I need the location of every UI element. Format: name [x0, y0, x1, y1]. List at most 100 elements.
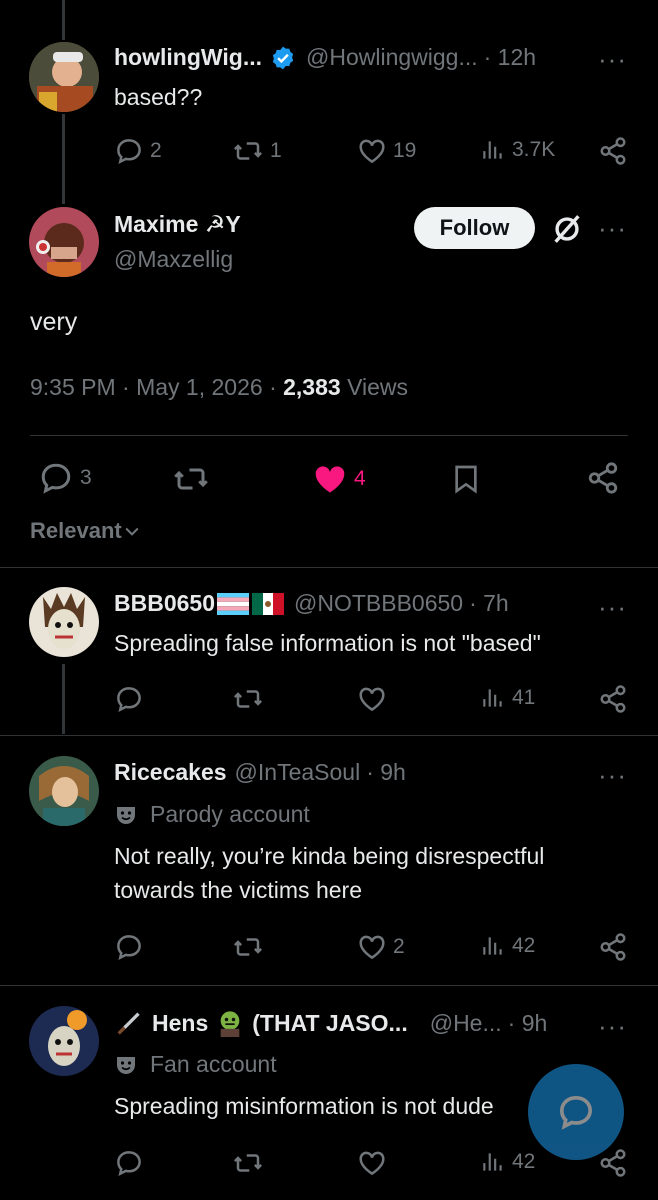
tweet-time[interactable]: · 7h [469, 590, 509, 617]
like-count: 19 [393, 139, 417, 162]
tweet-text-line: Not really, you’re kinda being disrespec… [114, 843, 545, 869]
reply-icon[interactable] [114, 1148, 144, 1178]
views-button[interactable]: 42 [480, 1148, 535, 1176]
account-label: Parody account [150, 801, 310, 827]
more-options-icon[interactable]: ··· [598, 594, 627, 620]
repost-icon [172, 461, 210, 497]
views-icon [480, 932, 506, 960]
heart-icon[interactable] [357, 1148, 387, 1178]
author-name[interactable]: Ricecakes [114, 759, 227, 786]
author-handle[interactable]: @InTeaSoul [235, 759, 361, 786]
repost-button[interactable] [172, 461, 210, 497]
heart-icon [357, 932, 387, 962]
thread-line [62, 664, 65, 734]
more-options-icon[interactable]: ··· [598, 1013, 627, 1039]
divider [30, 435, 628, 436]
tweet-time[interactable]: · 12h [484, 44, 536, 71]
divider [0, 985, 658, 986]
views-count: 2,383 [283, 374, 341, 400]
author-handle[interactable]: @NOTBBB0650 [294, 590, 463, 617]
grok-icon[interactable] [550, 212, 584, 246]
verified-badge-icon [270, 45, 296, 71]
reply-icon [114, 136, 144, 166]
reply-count: 3 [80, 466, 92, 489]
reply-button[interactable]: 3 [38, 460, 92, 496]
heart-icon [357, 136, 387, 166]
views-button[interactable]: 42 [480, 932, 535, 960]
thread-line [62, 0, 65, 40]
author-name[interactable]: BBB0650 [114, 590, 215, 617]
reply-icon[interactable] [114, 684, 144, 714]
repost-button[interactable]: 1 [232, 136, 282, 166]
author-handle[interactable]: @Howlingwigg... [306, 44, 478, 71]
repost-icon[interactable] [232, 932, 264, 962]
heart-icon[interactable] [357, 684, 387, 714]
share-icon[interactable] [586, 461, 620, 495]
reply-button[interactable]: 2 [114, 136, 162, 166]
views-icon [480, 1148, 506, 1176]
tweet-timestamp[interactable]: 9:35 PM · May 1, 2026 · [30, 374, 283, 401]
account-label: Fan account [150, 1051, 277, 1077]
tweet-text: Spreading false information is not "base… [114, 630, 541, 656]
author-name-suffix[interactable]: (THAT JASO... [252, 1010, 407, 1037]
like-button[interactable]: 19 [357, 136, 416, 166]
views-button[interactable]: 41 [480, 684, 535, 712]
views-count: 42 [512, 934, 536, 957]
avatar[interactable] [29, 587, 99, 657]
follow-button[interactable]: Follow [414, 207, 535, 249]
author-handle[interactable]: @He... [430, 1010, 502, 1037]
repost-count: 1 [270, 139, 282, 162]
share-icon[interactable] [598, 932, 628, 962]
views-icon [480, 136, 506, 164]
knife-icon [114, 1009, 142, 1037]
sort-dropdown[interactable]: Relevant [30, 518, 142, 544]
transgender-flag-icon [217, 592, 249, 615]
zombie-emoji-icon [216, 1009, 244, 1037]
repost-icon[interactable] [232, 684, 264, 714]
tweet-text-line: towards the victims here [114, 877, 362, 903]
avatar[interactable] [29, 1006, 99, 1076]
reply-count: 2 [150, 139, 162, 162]
more-options-icon[interactable]: ··· [598, 762, 627, 788]
share-icon[interactable] [598, 1148, 628, 1178]
views-count: 42 [512, 1150, 536, 1173]
author-name[interactable]: howlingWig... [114, 44, 262, 71]
views-icon [480, 684, 506, 712]
fan-mask-icon [114, 1053, 138, 1077]
author-handle[interactable]: @Maxzellig [114, 246, 233, 273]
views-button[interactable]: 3.7K [480, 136, 555, 164]
author-name[interactable]: Hens [152, 1010, 208, 1037]
avatar[interactable] [29, 756, 99, 826]
sort-label: Relevant [30, 518, 122, 543]
avatar[interactable] [29, 42, 99, 112]
reply-bubble-icon [556, 1092, 596, 1132]
like-count: 4 [354, 467, 366, 490]
parody-mask-icon [114, 803, 138, 827]
tweet-text: Spreading misinformation is not dude [114, 1093, 494, 1119]
thread-line [62, 114, 65, 204]
reply-icon [38, 460, 74, 496]
compose-reply-button[interactable] [528, 1064, 624, 1160]
share-icon[interactable] [598, 684, 628, 714]
views-count: 41 [512, 686, 536, 709]
repost-icon[interactable] [232, 1148, 264, 1178]
avatar[interactable] [29, 207, 99, 277]
mexico-flag-icon [252, 592, 284, 615]
tweet-text: based?? [114, 84, 203, 110]
views-label: Views [340, 374, 409, 400]
more-options-icon[interactable]: ··· [598, 215, 627, 241]
tweet-time[interactable]: · 9h [508, 1010, 548, 1037]
share-icon[interactable] [598, 136, 628, 166]
tweet-text: very [30, 308, 78, 336]
like-count: 2 [393, 935, 405, 958]
tweet-time[interactable]: · 9h [366, 759, 406, 786]
bookmark-icon[interactable] [450, 461, 482, 497]
divider [0, 567, 658, 568]
reply-icon[interactable] [114, 932, 144, 962]
like-button[interactable]: 4 [312, 461, 366, 497]
like-button[interactable]: 2 [357, 932, 405, 962]
repost-icon [232, 136, 264, 166]
more-options-icon[interactable]: ··· [598, 46, 627, 72]
chevron-down-icon [122, 521, 142, 541]
author-name[interactable]: Maxime ☭Υ [114, 211, 241, 238]
